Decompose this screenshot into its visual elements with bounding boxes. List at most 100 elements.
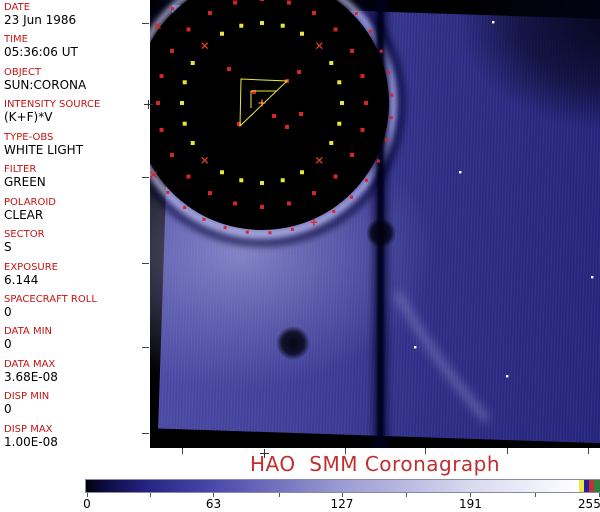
ring-dot [233,0,238,5]
intensity-colorbar [85,479,600,493]
ring-dot [169,153,174,157]
left-axis-tick [142,263,149,264]
field-value: WHITE LIGHT [4,142,84,157]
ring-dot [386,71,390,75]
sun-center-marker [261,102,263,104]
field-value: S [4,240,12,255]
field-label: TYPE-OBS [4,131,54,143]
ring-dot [333,27,338,32]
ring-dot [223,226,227,230]
field-value: 05:36:06 UT [4,45,78,60]
ring-dot [290,227,294,231]
ring-dot [190,61,195,65]
left-axis-tick [142,347,149,348]
left-axis-tick [142,23,149,24]
ring-dot [268,231,272,235]
field-value: CLEAR [4,207,44,222]
metadata-field: DISP MIN 0 [4,391,148,423]
ring-dot [364,101,368,105]
ring-dot [186,174,191,179]
ring-dot [329,61,334,65]
ring-dot [272,114,276,118]
ring-dot [280,178,285,183]
colorbar-tick [534,493,536,497]
ring-dot [340,101,344,105]
star-point [506,375,509,378]
metadata-field: DATA MIN 0 [4,326,148,358]
ring-dot [182,121,187,126]
field-label: INTENSITY SOURCE [4,99,101,111]
ring-dot [379,49,383,53]
ring-dot [260,21,264,25]
star-point [492,21,495,24]
field-label: OBJECT [4,66,42,78]
ring-dot [260,205,264,209]
metadata-field: POLAROID CLEAR [4,197,148,229]
field-label: FILTER [4,164,37,176]
ring-dot [297,70,301,74]
colorbar-tick [406,493,408,497]
ring-dot [300,31,304,36]
ring-dot [208,10,212,15]
field-value: 1.00E-08 [4,434,58,449]
field-value: 3.68E-08 [4,369,58,384]
metadata-field: TIME 05:36:06 UT [4,34,148,66]
ring-dot [354,12,358,16]
coronagraph-rendering [150,0,600,448]
metadata-field: SPACECRAFT ROLL 0 [4,294,148,326]
ring-dot [360,74,365,79]
left-axis-center-tick [144,100,153,109]
metadata-field: TYPE-OBS WHITE LIGHT [4,132,148,164]
ring-dot [220,31,224,36]
metadata-sidebar: DATE 23 Jun 1986 TIME 05:36:06 UT OBJECT SUN:… [4,2,148,456]
image-title: HAO SMM Coronagraph [249,452,501,476]
colorbar-label: 255 [577,497,600,511]
field-value: (K+F)*V [4,110,53,125]
pylon-blob [366,218,396,248]
ring-dot [159,74,164,79]
ring-dot [350,49,355,53]
ring-dot [180,101,184,105]
colorbar-tick [278,493,280,497]
field-label: EXPOSURE [4,261,59,273]
ring-dot [208,191,212,196]
field-value: 6.144 [4,272,39,287]
ring-dot [156,101,160,105]
field-value: 23 Jun 1986 [4,13,77,27]
field-value: 0 [4,304,12,319]
ring-dot [329,141,334,145]
ring-dot [286,201,291,206]
colorbar-label: 63 [205,497,222,511]
ring-dot [312,10,316,15]
field-label: DATA MIN [4,326,52,338]
metadata-field: DATE 23 Jun 1986 [4,2,148,34]
field-label: DISP MAX [4,423,53,435]
ring-dot [300,170,304,175]
colorbar-label: 0 [83,497,91,511]
ring-dot [368,29,372,33]
field-value: SUN:CORONA [4,77,87,92]
metadata-field: EXPOSURE 6.144 [4,262,148,294]
star-point [591,276,594,279]
ring-dot [350,153,355,157]
colorbar-label: 127 [330,497,354,511]
ring-dot [385,138,389,142]
ring-dot [260,0,264,1]
field-value: GREEN [4,175,46,190]
field-value: 0 [4,337,12,352]
ring-dot [227,67,231,71]
field-label: TIME [4,34,29,46]
ring-dot [332,209,336,213]
metadata-field: INTENSITY SOURCE (K+F)*V [4,99,148,131]
metadata-field: SECTOR S [4,229,148,261]
field-label: DATA MAX [4,358,56,370]
field-value: 0 [4,402,12,417]
field-label: SPACECRAFT ROLL [4,293,97,305]
colorbar-label: 191 [459,497,482,511]
ring-dot [202,217,206,221]
ring-dot [280,23,285,28]
ring-dot [337,121,342,126]
ring-dot [220,170,224,175]
ring-dot [285,125,289,129]
field-label: SECTOR [4,229,45,241]
